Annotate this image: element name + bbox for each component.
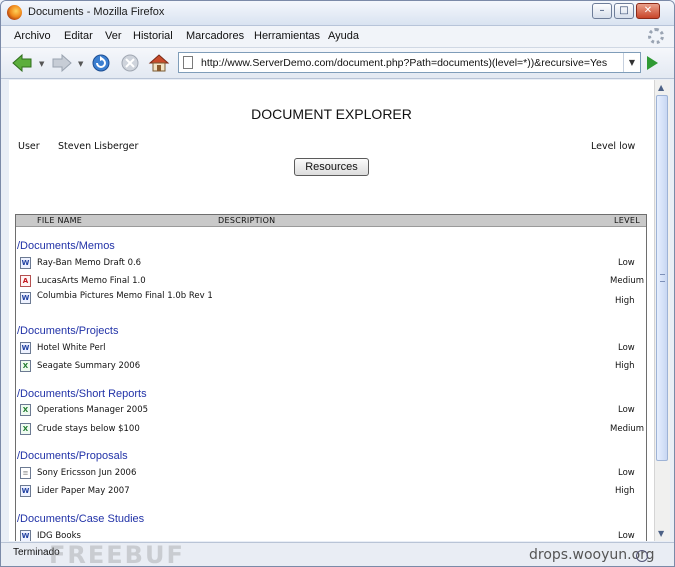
folder-link-memos[interactable]: /Documents/Memos: [17, 240, 115, 252]
file-level: Low: [618, 405, 635, 415]
file-level: Low: [618, 258, 635, 268]
close-button[interactable]: ✕: [636, 3, 660, 19]
stop-icon[interactable]: [119, 53, 141, 73]
pdf-doc-icon: A: [20, 275, 31, 287]
watermark-left: FREEBUF: [49, 541, 185, 567]
file-name[interactable]: IDG Books: [37, 531, 227, 541]
header-description: DESCRIPTION: [218, 216, 276, 225]
page-content: DOCUMENT EXPLORER User Steven Lisberger …: [9, 80, 654, 541]
table-header: FILE NAME DESCRIPTION LEVEL: [16, 215, 646, 227]
address-bar[interactable]: http://www.ServerDemo.com/document.php?P…: [178, 52, 641, 73]
title-bar[interactable]: Documents - Mozilla Firefox – □ ✕: [1, 1, 674, 26]
header-file-name: FILE NAME: [37, 216, 83, 225]
menu-historial[interactable]: Historial: [133, 30, 173, 42]
text-doc-icon: ≡: [20, 467, 31, 479]
url-text: http://www.ServerDemo.com/document.php?P…: [201, 57, 608, 69]
security-globe-icon: [636, 550, 648, 562]
file-name[interactable]: Ray-Ban Memo Draft 0.6: [37, 258, 227, 268]
menu-ver[interactable]: Ver: [105, 30, 122, 42]
activity-throbber-icon: [648, 28, 664, 44]
file-level: High: [615, 361, 635, 371]
file-level: Medium: [610, 276, 644, 286]
file-level: Low: [618, 468, 635, 478]
grip-icon: [660, 274, 665, 282]
go-arrow-icon[interactable]: [647, 56, 658, 70]
file-name[interactable]: Crude stays below $100: [37, 424, 227, 434]
file-name[interactable]: Operations Manager 2005: [37, 405, 227, 415]
navigation-toolbar: ▼ ▼ http://www.ServerDemo.com/document.p…: [1, 48, 674, 79]
folder-link-projects[interactable]: /Documents/Projects: [17, 325, 118, 337]
forward-arrow-icon[interactable]: [51, 53, 73, 73]
file-level: Low: [618, 531, 635, 541]
menu-ayuda[interactable]: Ayuda: [328, 30, 359, 42]
file-name[interactable]: Seagate Summary 2006: [37, 361, 227, 371]
user-level: Level low: [591, 141, 636, 152]
menu-herramientas[interactable]: Herramientas: [254, 30, 320, 42]
browser-window: Documents - Mozilla Firefox – □ ✕ Archiv…: [0, 0, 675, 567]
word-doc-icon: W: [20, 292, 31, 304]
scrollbar-thumb[interactable]: [656, 95, 668, 461]
maximize-button[interactable]: □: [614, 3, 634, 19]
excel-doc-icon: X: [20, 360, 31, 372]
page-title: DOCUMENT EXPLORER: [251, 106, 412, 122]
page-icon: [183, 56, 193, 69]
file-level: High: [615, 296, 635, 306]
resources-button[interactable]: Resources: [294, 158, 369, 176]
user-name: Steven Lisberger: [58, 141, 139, 152]
firefox-logo-icon: [7, 5, 22, 20]
scroll-down-arrow-icon[interactable]: ▼: [658, 529, 664, 538]
user-label: User: [18, 141, 40, 152]
back-arrow-icon[interactable]: [11, 53, 33, 73]
minimize-button[interactable]: –: [592, 3, 612, 19]
file-level: High: [615, 486, 635, 496]
menu-bar: Archivo Editar Ver Historial Marcadores …: [1, 26, 674, 48]
excel-doc-icon: X: [20, 423, 31, 435]
folder-link-proposals[interactable]: /Documents/Proposals: [17, 450, 128, 462]
file-level: Low: [618, 343, 635, 353]
file-name[interactable]: LucasArts Memo Final 1.0: [37, 276, 227, 286]
file-name[interactable]: Columbia Pictures Memo Final 1.0b Rev 1: [37, 291, 227, 301]
word-doc-icon: W: [20, 485, 31, 497]
vertical-scrollbar[interactable]: ▲ ▼: [654, 80, 670, 541]
file-name[interactable]: Lider Paper May 2007: [37, 486, 227, 496]
file-name[interactable]: Sony Ericsson Jun 2006: [37, 468, 227, 478]
menu-archivo[interactable]: Archivo: [14, 30, 51, 42]
folder-link-short-reports[interactable]: /Documents/Short Reports: [17, 388, 147, 400]
forward-history-dropdown-icon[interactable]: ▼: [78, 60, 83, 68]
scroll-up-arrow-icon[interactable]: ▲: [658, 83, 664, 92]
window-title: Documents - Mozilla Firefox: [28, 6, 165, 18]
word-doc-icon: W: [20, 342, 31, 354]
url-history-dropdown-icon[interactable]: ▼: [623, 53, 640, 72]
home-icon[interactable]: [148, 53, 170, 73]
file-level: Medium: [610, 424, 644, 434]
reload-icon[interactable]: [90, 53, 112, 73]
folder-link-case-studies[interactable]: /Documents/Case Studies: [17, 513, 144, 525]
document-table: FILE NAME DESCRIPTION LEVEL /Documents/M…: [15, 214, 647, 541]
word-doc-icon: W: [20, 257, 31, 269]
status-bar: Terminado FREEBUF drops.wooyun.org: [1, 541, 674, 567]
header-level: LEVEL: [614, 216, 640, 225]
file-name[interactable]: Hotel White Perl: [37, 343, 227, 353]
back-history-dropdown-icon[interactable]: ▼: [39, 60, 44, 68]
menu-editar[interactable]: Editar: [64, 30, 93, 42]
menu-marcadores[interactable]: Marcadores: [186, 30, 244, 42]
word-doc-icon: W: [20, 530, 31, 541]
excel-doc-icon: X: [20, 404, 31, 416]
